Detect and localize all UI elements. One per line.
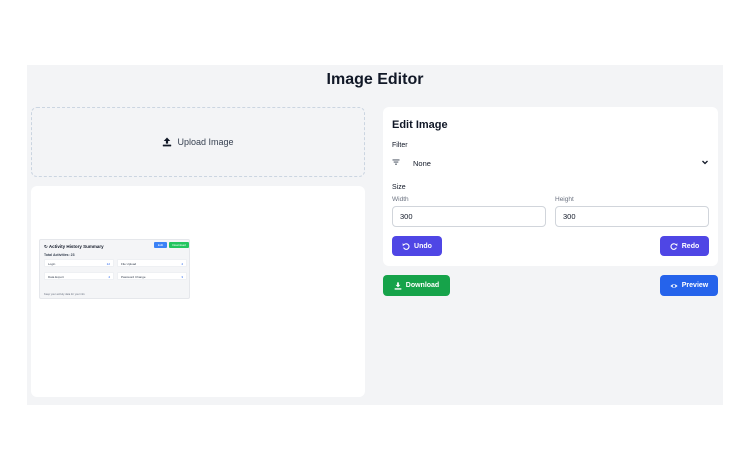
- eye-icon: [670, 282, 678, 290]
- chevron-down-icon: [701, 158, 709, 166]
- image-preview-panel: ↻ Activity History Summary Edit Download…: [31, 186, 365, 397]
- thumb-row: Password Change 3: [117, 272, 187, 280]
- upload-icon: [162, 137, 172, 147]
- undo-button[interactable]: Undo: [392, 236, 442, 256]
- thumb-button-a: Edit: [154, 242, 167, 248]
- preview-label: Preview: [681, 282, 709, 289]
- filter-icon: [392, 158, 400, 166]
- image-editor-app: Image Editor Upload Image ↻ Activity His…: [27, 65, 723, 405]
- height-input[interactable]: 300: [555, 206, 709, 227]
- redo-label: Redo: [681, 242, 700, 250]
- size-label: Size: [392, 184, 406, 191]
- width-label: Width: [392, 196, 409, 203]
- upload-image-dropzone[interactable]: Upload Image: [31, 107, 365, 177]
- thumb-button-b: Download: [169, 242, 189, 248]
- thumb-footer: Keep your activity data for your info: [44, 293, 85, 296]
- undo-icon: [402, 242, 410, 250]
- thumb-row: Login 12: [44, 259, 114, 267]
- preview-image: ↻ Activity History Summary Edit Download…: [39, 239, 190, 299]
- redo-icon: [670, 242, 678, 250]
- edit-heading: Edit Image: [392, 119, 448, 131]
- filter-select[interactable]: None: [392, 157, 709, 169]
- redo-button[interactable]: Redo: [660, 236, 709, 256]
- thumb-row: File Upload 4: [117, 259, 187, 267]
- width-input[interactable]: 300: [392, 206, 546, 227]
- download-button[interactable]: Download: [383, 275, 450, 296]
- download-icon: [394, 281, 402, 290]
- undo-label: Undo: [414, 242, 432, 250]
- edit-image-panel: Edit Image Filter None Size Width Height…: [383, 107, 718, 266]
- download-label: Download: [405, 282, 440, 289]
- page-title: Image Editor: [326, 71, 424, 88]
- filter-value: None: [413, 159, 431, 168]
- thumb-total: Total Activities: 23: [44, 253, 75, 257]
- thumb-title: ↻ Activity History Summary: [44, 244, 104, 249]
- preview-button[interactable]: Preview: [660, 275, 718, 296]
- filter-label: Filter: [392, 142, 408, 149]
- thumb-row: Data Export 4: [44, 272, 114, 280]
- upload-label: Upload Image: [177, 137, 234, 147]
- height-label: Height: [555, 196, 574, 203]
